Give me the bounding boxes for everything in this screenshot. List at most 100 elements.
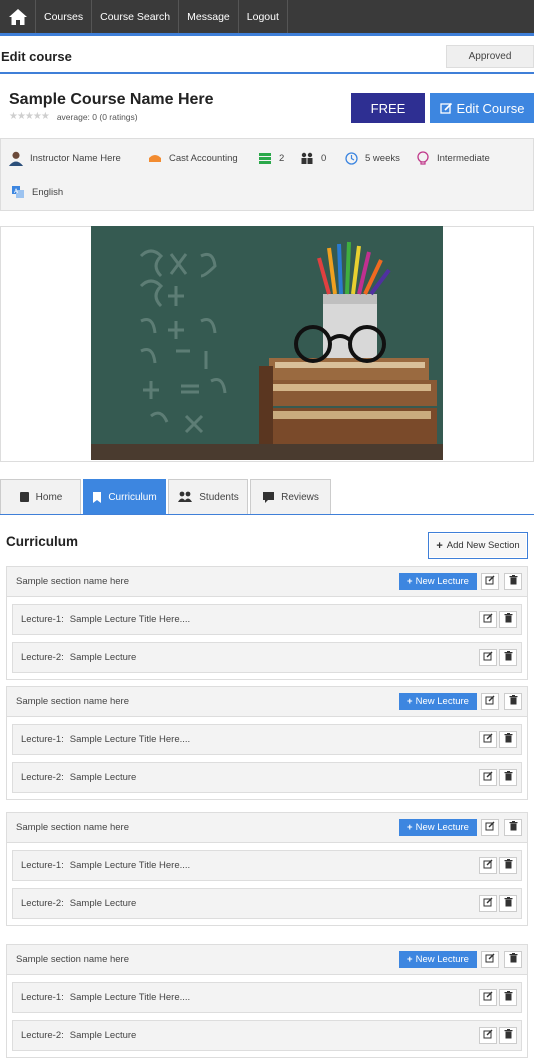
new-lecture-button[interactable]: + New Lecture [399, 951, 477, 968]
rating-stars-icon: ★★★★★ [9, 111, 50, 122]
nav-courses[interactable]: Courses [36, 0, 93, 33]
lessons-count: 2 [279, 152, 285, 164]
edit-lecture-button[interactable] [479, 1027, 497, 1044]
edit-icon [483, 733, 493, 746]
delete-lecture-button[interactable] [499, 731, 517, 748]
lecture-item[interactable]: Lecture-1: Sample Lecture Title Here.... [12, 850, 522, 881]
edit-icon [483, 1029, 493, 1042]
delete-lecture-button[interactable] [499, 649, 517, 666]
curriculum-title: Curriculum [6, 534, 79, 549]
meta-level: Intermediate [415, 150, 490, 166]
edit-icon [483, 897, 493, 910]
delete-lecture-button[interactable] [499, 611, 517, 628]
trash-icon [509, 695, 518, 708]
tab-home[interactable]: Home [0, 479, 81, 514]
home-tab-icon [19, 492, 29, 502]
edit-course-button[interactable]: Edit Course [430, 93, 534, 123]
meta-category[interactable]: Cast Accounting [147, 150, 238, 166]
delete-lecture-button[interactable] [499, 989, 517, 1006]
lecture-item[interactable]: Lecture-2: Sample Lecture [12, 888, 522, 919]
trash-icon [504, 897, 513, 910]
tab-students[interactable]: Students [168, 479, 248, 514]
edit-lecture-button[interactable] [479, 989, 497, 1006]
edit-lecture-button[interactable] [479, 731, 497, 748]
students-count: 0 [321, 152, 327, 164]
delete-lecture-button[interactable] [499, 1027, 517, 1044]
delete-lecture-button[interactable] [499, 895, 517, 912]
delete-section-button[interactable] [504, 951, 522, 968]
nav-message[interactable]: Message [179, 0, 239, 33]
duration-text: 5 weeks [365, 152, 400, 164]
lecture-title: Sample Lecture [69, 772, 137, 783]
lecture-item[interactable]: Lecture-2: Sample Lecture [12, 642, 522, 673]
trash-icon [504, 613, 513, 626]
lecture-number: Lecture-2: [21, 772, 64, 783]
nav-logout[interactable]: Logout [239, 0, 288, 33]
trash-icon [504, 859, 513, 872]
lecture-title: Sample Lecture Title Here.... [69, 992, 191, 1003]
rating-text: average: 0 (0 ratings) [56, 111, 138, 122]
edit-section-button[interactable] [481, 951, 499, 968]
new-lecture-button[interactable]: + New Lecture [399, 819, 477, 836]
new-lecture-label: New Lecture [415, 696, 469, 707]
lecture-number: Lecture-1: [21, 614, 64, 625]
top-navbar: Courses Course Search Message Logout [0, 0, 534, 36]
home-button[interactable] [0, 0, 36, 33]
delete-section-button[interactable] [504, 819, 522, 836]
edit-course-header: Edit course Approved [0, 40, 534, 74]
tab-reviews[interactable]: Reviews [250, 479, 331, 514]
delete-lecture-button[interactable] [499, 857, 517, 874]
approved-status-button[interactable]: Approved [446, 44, 534, 68]
edit-lecture-button[interactable] [479, 895, 497, 912]
trash-icon [504, 733, 513, 746]
tab-curriculum[interactable]: Curriculum [83, 479, 166, 514]
edit-icon [485, 575, 495, 588]
language-icon: A [10, 184, 26, 200]
edit-icon [485, 821, 495, 834]
bookmark-icon [93, 491, 102, 503]
edit-lecture-button[interactable] [479, 857, 497, 874]
edit-icon [485, 695, 495, 708]
new-lecture-label: New Lecture [415, 576, 469, 587]
delete-lecture-button[interactable] [499, 769, 517, 786]
delete-section-button[interactable] [504, 693, 522, 710]
new-lecture-button[interactable]: + New Lecture [399, 693, 477, 710]
section-name: Sample section name here [16, 822, 130, 833]
lecture-item[interactable]: Lecture-1: Sample Lecture Title Here.... [12, 724, 522, 755]
meta-instructor[interactable]: Instructor Name Here [8, 150, 121, 166]
section-name: Sample section name here [16, 576, 130, 587]
lecture-item[interactable]: Lecture-2: Sample Lecture [12, 762, 522, 793]
lecture-title: Sample Lecture Title Here.... [69, 614, 191, 625]
edit-icon [439, 102, 452, 114]
add-new-section-button[interactable]: + Add New Section [428, 532, 528, 559]
lecture-title: Sample Lecture [69, 898, 137, 909]
nav-course-search[interactable]: Course Search [92, 0, 180, 33]
lecture-number: Lecture-1: [21, 992, 64, 1003]
instructor-avatar-icon [8, 150, 24, 166]
lecture-item[interactable]: Lecture-1: Sample Lecture Title Here.... [12, 982, 522, 1013]
edit-lecture-button[interactable] [479, 769, 497, 786]
trash-icon [509, 575, 518, 588]
instructor-name: Instructor Name Here [30, 152, 121, 164]
curriculum-section: Sample section name here + New Lecture Lect… [6, 686, 528, 800]
edit-section-button[interactable] [481, 693, 499, 710]
edit-section-button[interactable] [481, 573, 499, 590]
edit-icon [483, 859, 493, 872]
edit-icon [483, 651, 493, 664]
free-button[interactable]: FREE [351, 93, 425, 123]
edit-lecture-button[interactable] [479, 649, 497, 666]
category-name: Cast Accounting [169, 152, 238, 164]
new-lecture-button[interactable]: + New Lecture [399, 573, 477, 590]
lecture-item[interactable]: Lecture-1: Sample Lecture Title Here.... [12, 604, 522, 635]
tab-curriculum-label: Curriculum [108, 491, 157, 503]
lecture-item[interactable]: Lecture-2: Sample Lecture [12, 1020, 522, 1051]
edit-lecture-button[interactable] [479, 611, 497, 628]
edit-section-button[interactable] [481, 819, 499, 836]
new-lecture-label: New Lecture [415, 822, 469, 833]
edit-icon [483, 771, 493, 784]
section-name: Sample section name here [16, 696, 130, 707]
course-meta-box: Instructor Name Here Cast Accounting 2 0… [0, 138, 534, 211]
delete-section-button[interactable] [504, 573, 522, 590]
meta-lessons: 2 [257, 150, 284, 166]
edit-course-label: Edit Course [456, 100, 525, 116]
